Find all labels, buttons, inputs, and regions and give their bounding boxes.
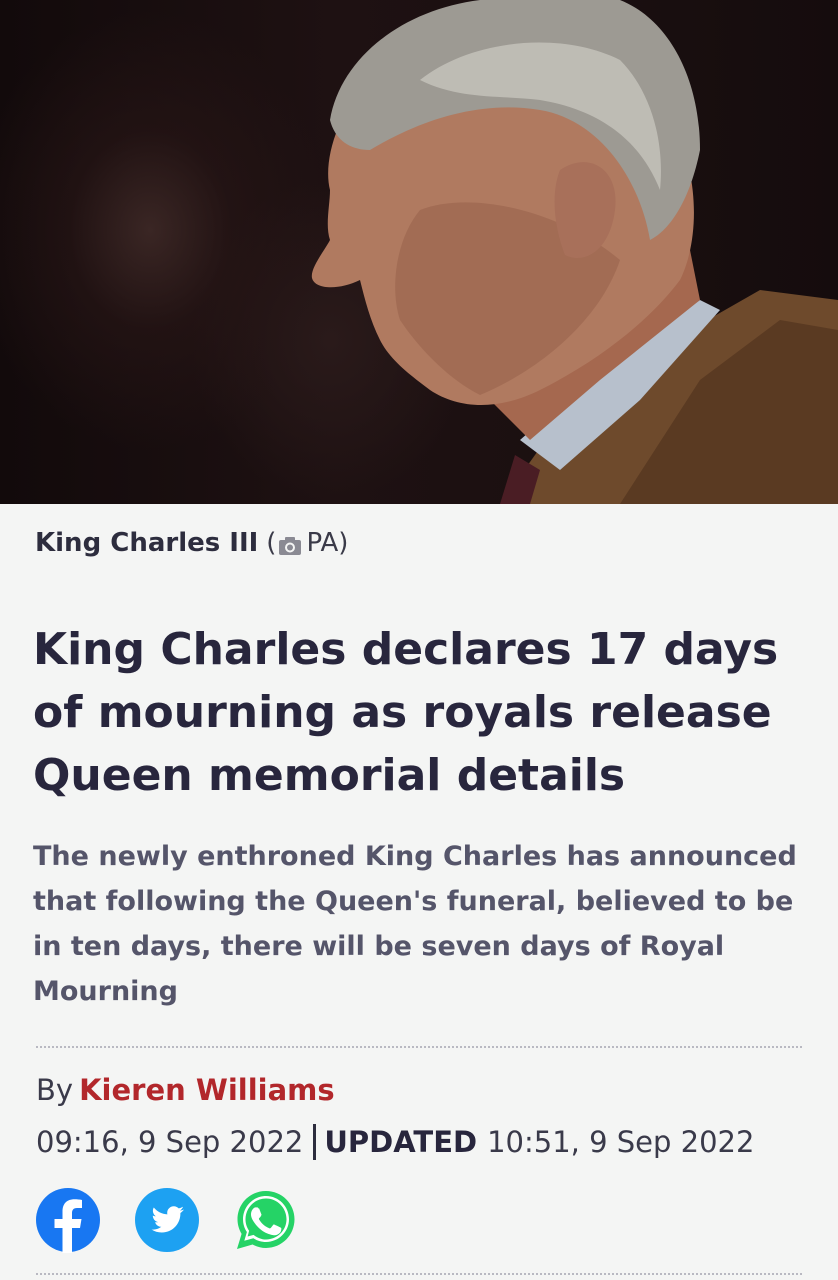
divider — [36, 1046, 802, 1048]
article-dates: 09:16, 9 Sep 2022 UPDATED 10:51, 9 Sep 2… — [36, 1124, 754, 1160]
whatsapp-share-button[interactable] — [233, 1187, 299, 1253]
byline: By Kieren Williams — [36, 1073, 335, 1107]
updated-time: 10:51, 9 Sep 2022 — [487, 1125, 755, 1159]
caption-name: King Charles III — [35, 528, 259, 558]
article-standfirst: The newly enthroned King Charles has ann… — [33, 841, 797, 1007]
date-separator — [313, 1124, 317, 1160]
article-page: King Charles III ( PA) King Charles decl… — [0, 0, 838, 1280]
facebook-icon — [36, 1188, 100, 1253]
article-headline: King Charles declares 17 days of mournin… — [33, 624, 779, 801]
divider — [36, 1273, 802, 1275]
twitter-share-button[interactable] — [134, 1187, 200, 1253]
caption-credit: PA) — [306, 528, 349, 558]
caption-open-paren: ( — [266, 528, 277, 558]
published-time: 09:16, 9 Sep 2022 — [36, 1125, 304, 1159]
author-link[interactable]: Kieren Williams — [79, 1073, 335, 1107]
twitter-icon — [135, 1188, 199, 1252]
portrait-photo — [311, 0, 838, 504]
updated-label: UPDATED — [324, 1125, 478, 1159]
image-caption: King Charles III ( PA) — [35, 528, 348, 558]
hero-image — [0, 0, 838, 504]
byline-prefix: By — [36, 1073, 74, 1107]
whatsapp-icon — [237, 1191, 295, 1249]
facebook-share-button[interactable] — [35, 1187, 101, 1253]
camera-icon — [278, 533, 302, 555]
